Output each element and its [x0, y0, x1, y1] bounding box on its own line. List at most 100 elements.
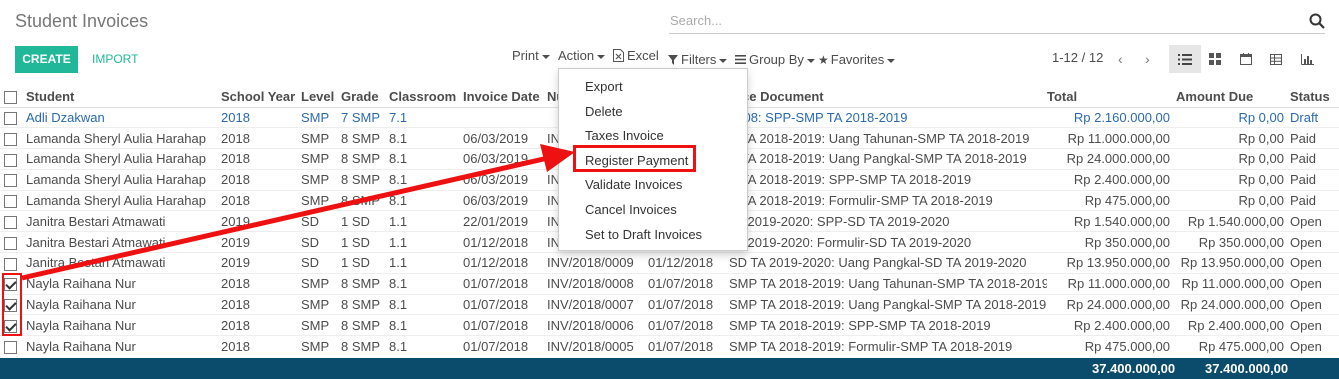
search-bar[interactable]: [669, 8, 1325, 34]
menu-item-delete[interactable]: Delete: [559, 100, 747, 125]
cell-source-document: TA 2019-2020: Formulir-SD TA 2019-2020: [729, 231, 1047, 253]
cell-due-date: 01/07/2018: [648, 314, 729, 336]
chevron-left-icon[interactable]: ‹: [1118, 51, 1123, 67]
amount-due-sum: 37.400.000,00: [1205, 361, 1289, 376]
import-button[interactable]: IMPORT: [92, 46, 138, 73]
cell-student: Janitra Bestari Atmawati: [26, 210, 221, 232]
column-header-classroom[interactable]: Classroom: [389, 86, 463, 108]
cell-invoice-date: 22/01/2019: [463, 210, 547, 232]
cell-student: Lamanda Sheryl Aulia Harahap: [26, 189, 221, 211]
cell-source-document: P TA 2018-2019: SPP-SMP TA 2018-2019: [729, 168, 1047, 191]
cell-source-document: TA 2019-2020: SPP-SD TA 2019-2020: [729, 210, 1047, 232]
column-header-school-year[interactable]: School Year: [221, 86, 301, 108]
row-select-cell[interactable]: [0, 231, 26, 253]
column-header-total[interactable]: Total: [1047, 86, 1176, 108]
row-checkbox[interactable]: [4, 132, 17, 146]
favorites-dropdown[interactable]: ★ Favorites: [818, 52, 896, 67]
cell-classroom: 1.1: [389, 252, 463, 274]
cell-school-year: 2018: [221, 189, 301, 211]
action-dropdown[interactable]: Action: [558, 48, 606, 63]
row-select-cell[interactable]: [0, 106, 26, 128]
menu-item-cancel-invoices[interactable]: Cancel Invoices: [559, 198, 747, 223]
row-checkbox[interactable]: [4, 111, 17, 125]
cell-source-document: SMP TA 2018-2019: Formulir-SMP TA 2018-2…: [729, 335, 1047, 357]
cell-due-date: 01/12/2018: [648, 252, 729, 274]
row-checkbox[interactable]: [4, 236, 17, 250]
table-row[interactable]: Nayla Raihana Nur 2018 SMP 8 SMP 8.1 01/07/20…: [0, 293, 1339, 315]
pager-value[interactable]: 1-12 / 12: [1052, 50, 1103, 65]
cell-source-document: 2108: SPP-SMP TA 2018-2019: [729, 106, 1047, 128]
cell-school-year: 2018: [221, 293, 301, 315]
kanban-view-icon: [1209, 53, 1221, 65]
row-checkbox[interactable]: [4, 257, 17, 271]
row-checkbox[interactable]: [4, 153, 17, 167]
selected-checkboxes-highlight: [2, 273, 22, 336]
cell-status: Draft: [1290, 106, 1339, 128]
cell-level: SMP: [301, 293, 341, 315]
menu-item-export[interactable]: Export: [559, 75, 747, 100]
cell-classroom: 8.1: [389, 314, 463, 336]
cell-classroom: 8.1: [389, 168, 463, 191]
cell-amount-due: Rp 1.540.000,00: [1176, 210, 1290, 232]
calendar-view-button[interactable]: [1230, 45, 1262, 73]
select-all-cell[interactable]: [0, 86, 26, 108]
column-header-student[interactable]: Student: [26, 86, 221, 108]
table-footer-totals: 37.400.000,00 37.400.000,00: [0, 358, 1339, 379]
chevron-down-icon: [541, 54, 550, 59]
cell-level: SMP: [301, 189, 341, 211]
cell-level: SMP: [301, 148, 341, 170]
cell-total: Rp 24.000.000,00: [1047, 293, 1176, 315]
excel-button[interactable]: Excel: [613, 48, 659, 63]
create-button[interactable]: CREATE: [15, 46, 78, 73]
table-row[interactable]: Nayla Raihana Nur 2018 SMP 8 SMP 8.1 01/07/20…: [0, 272, 1339, 295]
table-row[interactable]: Janitra Bestari Atmawati 2019 SD 1 SD 1.1 01/…: [0, 252, 1339, 274]
row-select-cell[interactable]: [0, 189, 26, 211]
list-view-button[interactable]: [1169, 45, 1201, 73]
row-checkbox[interactable]: [4, 215, 17, 229]
row-select-cell[interactable]: [0, 148, 26, 170]
print-dropdown[interactable]: Print: [512, 48, 550, 63]
cell-invoice-date: 01/12/2018: [463, 231, 547, 253]
row-checkbox[interactable]: [4, 195, 17, 209]
kanban-view-button[interactable]: [1199, 45, 1231, 73]
cell-source-document: P TA 2018-2019: Formulir-SMP TA 2018-201…: [729, 189, 1047, 211]
cell-invoice-date: 06/03/2019: [463, 189, 547, 211]
cell-invoice-date: 01/07/2018: [463, 293, 547, 315]
bar-chart-icon: [1300, 53, 1314, 65]
search-icon[interactable]: [1309, 13, 1325, 29]
row-checkbox[interactable]: [4, 174, 17, 188]
column-header-amount-due[interactable]: Amount Due: [1176, 86, 1290, 108]
print-label: Print: [512, 48, 539, 63]
cell-total: Rp 475.000,00: [1047, 335, 1176, 357]
column-header-invoice-date[interactable]: Invoice Date: [463, 86, 547, 108]
row-select-cell[interactable]: [0, 252, 26, 274]
cell-student: Nayla Raihana Nur: [26, 335, 221, 357]
cell-classroom: 8.1: [389, 272, 463, 295]
select-all-checkbox[interactable]: [4, 90, 17, 104]
pivot-view-button[interactable]: [1260, 45, 1292, 73]
group-by-dropdown[interactable]: Group By: [735, 52, 815, 67]
chevron-right-icon[interactable]: ›: [1145, 51, 1150, 67]
table-row[interactable]: Nayla Raihana Nur 2018 SMP 8 SMP 8.1 01/07/20…: [0, 335, 1339, 357]
cell-amount-due: Rp 475.000,00: [1176, 335, 1290, 357]
filters-dropdown[interactable]: Filters: [668, 52, 728, 67]
graph-view-button[interactable]: [1291, 45, 1323, 73]
cell-grade: 8 SMP: [341, 335, 389, 357]
column-header-source-document[interactable]: urce Document: [729, 86, 1047, 108]
column-header-level[interactable]: Level: [301, 86, 341, 108]
table-row[interactable]: Nayla Raihana Nur 2018 SMP 8 SMP 8.1 01/07/20…: [0, 314, 1339, 336]
cell-number: INV/2018/0008: [547, 272, 648, 295]
row-select-cell[interactable]: [0, 127, 26, 149]
search-input[interactable]: [669, 8, 1289, 32]
menu-item-set-to-draft[interactable]: Set to Draft Invoices: [559, 223, 747, 248]
row-checkbox[interactable]: [4, 340, 17, 354]
cell-amount-due: Rp 24.000.000,00: [1176, 293, 1290, 315]
row-select-cell[interactable]: [0, 335, 26, 357]
row-select-cell[interactable]: [0, 168, 26, 191]
cell-invoice-date: 06/03/2019: [463, 168, 547, 191]
cell-grade: 8 SMP: [341, 148, 389, 170]
column-header-grade[interactable]: Grade: [341, 86, 389, 108]
row-select-cell[interactable]: [0, 210, 26, 232]
column-header-status[interactable]: Status: [1290, 86, 1339, 108]
menu-item-validate-invoices[interactable]: Validate Invoices: [559, 173, 747, 198]
